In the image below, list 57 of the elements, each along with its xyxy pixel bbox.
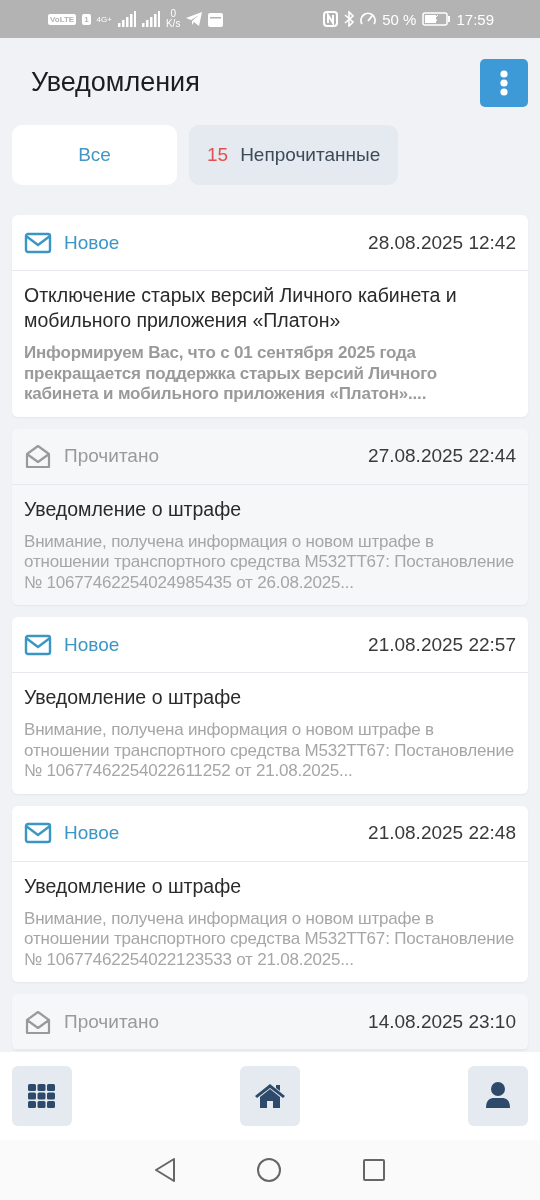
speedometer-icon [360,12,377,26]
notification-card[interactable]: Новое 21.08.2025 22:48 Уведомление о штрафе Внимание, получена информация о новом штрафе в отношении транспортного средства М532ТТ67: Постановление № 10677462254022123533 от 21.08.2025... [12,805,528,982]
signal-icon [141,11,160,27]
battery-percent: 50 % [382,10,417,28]
notification-date: 27.08.2025 22:44 [368,445,516,467]
page-title: Уведомления [31,67,200,98]
network-type: 4G+ [96,14,112,24]
filter-tab[interactable]: 15 Непрочитанные [189,125,399,185]
notification-date: 21.08.2025 22:48 [368,822,516,844]
grid-icon [28,1084,56,1108]
notification-date: 14.08.2025 23:10 [368,1010,516,1033]
notification-status: Новое [64,822,121,844]
envelope-icon [24,231,52,254]
open-envelope-icon [24,442,52,470]
recent-apps-icon[interactable] [362,1158,386,1182]
clock: 17:59 [456,10,494,28]
home-button[interactable] [240,1066,300,1126]
notification-title: Отключение старых версий Личного кабинета и мобильного приложения «Платон» [24,283,458,333]
envelope-icon [24,633,52,656]
battery-charging-icon [422,12,451,26]
back-icon[interactable] [154,1157,176,1183]
speed-value: 0 [170,9,176,19]
grid-menu-button[interactable] [12,1066,72,1126]
notification-status: Прочитано [64,1010,160,1033]
notification-title: Уведомление о штрафе [24,496,243,522]
notification-title: Уведомление о штрафе [24,685,243,710]
volte-indicator: VoLTE [48,13,77,25]
notification-status: Новое [64,231,121,254]
notification-status: Новое [64,633,121,656]
notification-card[interactable]: Новое 21.08.2025 22:57 Уведомление о штрафе Внимание, получена информация о новом штрафе в отношении транспортного средства М532ТТ67: Постановление № 10677462254022611252 от 21.08.2025... [12,617,528,794]
more-vertical-icon [499,69,509,96]
bluetooth-icon [344,11,355,27]
notification-preview: Внимание, получена информация о новом штрафе в отношении транспортного средства М532ТТ67: Постановление № 10677462254022611252 от 21.08.2025... [24,720,515,782]
calendar-icon [208,11,224,27]
unread-count: 15 [207,144,229,166]
profile-button[interactable] [468,1066,528,1126]
notification-card[interactable]: Прочитано 27.08.2025 22:44 Уведомление о штрафе Внимание, получена информация о новом штрафе в отношении транспортного средства М532ТТ67: Постановление № 10677462254024985435 от 26.08.2025... [12,428,528,605]
signal-icon [117,11,136,27]
nfc-icon [323,11,339,27]
paper-plane-icon [186,12,203,26]
notification-date: 28.08.2025 12:42 [368,231,516,254]
notification-preview: Внимание, получена информация о новом штрафе в отношении транспортного средства М532ТТ67: Постановление № 10677462254022123533 от 21.08.2025... [24,908,515,970]
notification-status: Прочитано [64,445,160,467]
speed-unit: K/s [165,19,181,29]
tab-label: Непрочитанные [240,144,381,166]
notification-card[interactable]: Прочитано 14.08.2025 23:10 [12,994,528,1050]
notification-title: Уведомление о штрафе [24,873,243,899]
home-circle-icon[interactable] [256,1157,282,1183]
notification-card[interactable] [12,215,528,417]
notification-date: 21.08.2025 22:57 [368,633,516,656]
more-menu-button[interactable] [480,58,528,107]
notification-preview: Информируем Вас, что с 01 сентября 2025 года прекращается поддержка старых версий Личного кабинета и мобильного приложения «Платон».... [24,343,439,405]
user-icon [485,1082,511,1110]
sim-indicator: 1 [82,13,91,25]
notification-preview: Внимание, получена информация о новом штрафе в отношении транспортного средства М532ТТ67: Постановление № 10677462254024985435 от 26.08.2025... [24,531,515,593]
envelope-icon [24,822,52,844]
home-icon [254,1083,286,1109]
